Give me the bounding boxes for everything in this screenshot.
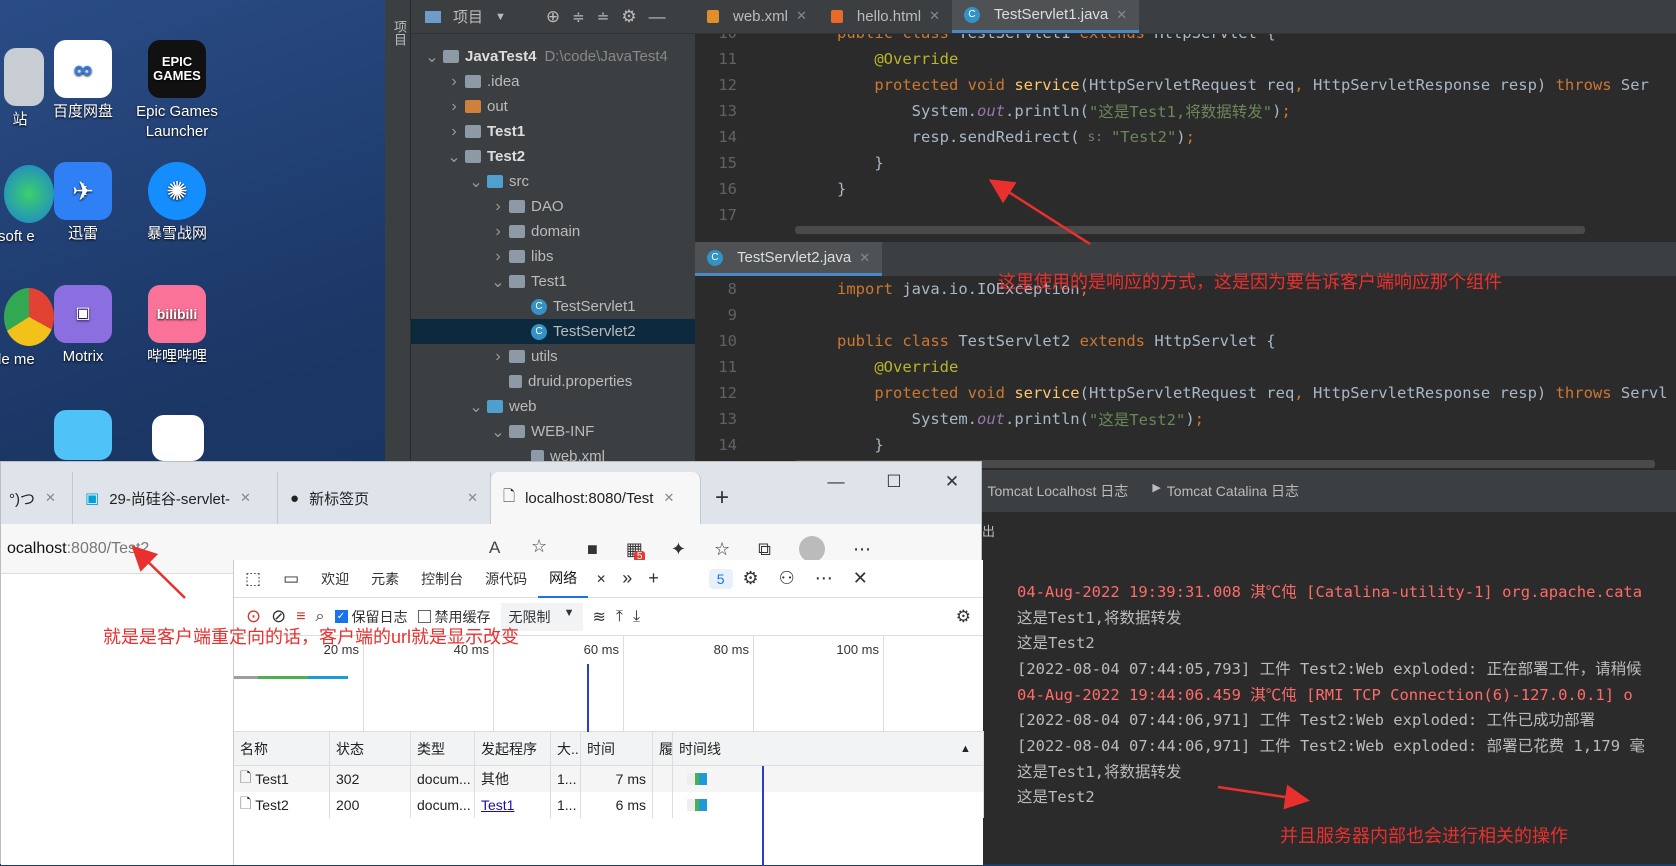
annotation-browser: 就是是客户端重定向的话，客户端的url就是显示改变 bbox=[103, 627, 520, 647]
arrow-to-log bbox=[1217, 784, 1310, 810]
annotation-ide: 这里使用的是响应的方式，这是因为要告诉客户端响应那个组件 bbox=[998, 272, 1502, 292]
arrow-to-redirect-code bbox=[988, 179, 1091, 246]
arrow-to-url bbox=[131, 545, 186, 599]
annotation-arrows bbox=[131, 179, 1310, 810]
annotation-log: 并且服务器内部也会进行相关的操作 bbox=[1280, 826, 1568, 846]
